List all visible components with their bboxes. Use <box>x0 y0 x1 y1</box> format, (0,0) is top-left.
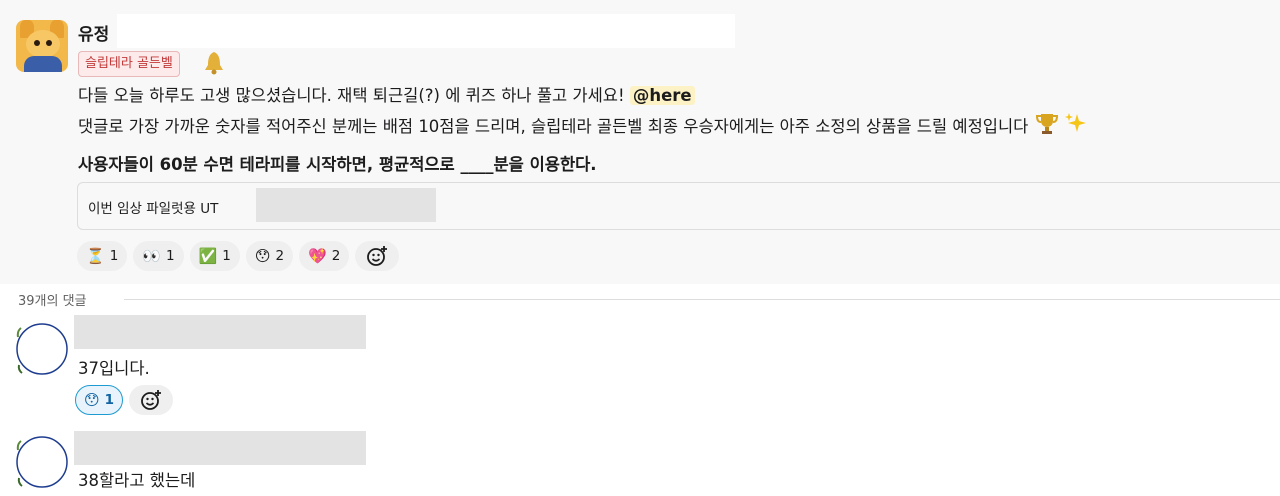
author-name[interactable]: 유정 <box>78 20 109 45</box>
reaction-eyes[interactable]: 👀 1 <box>133 241 184 271</box>
reply-text: 37입니다. <box>78 359 150 378</box>
message-line-1: 다들 오늘 하루도 고생 많으셨습니다. 재택 퇴근길(?) 에 퀴즈 하나 풀… <box>78 82 695 106</box>
redacted-block <box>256 188 436 222</box>
reaction-count: 2 <box>275 248 285 264</box>
quiz-question: 사용자들이 60분 수면 테라피를 시작하면, 평균적으로 ____분을 이용한… <box>78 155 597 174</box>
add-reaction-button[interactable] <box>129 385 174 415</box>
redacted-author-name <box>74 315 366 349</box>
add-reaction-icon <box>141 390 162 410</box>
add-reaction-button[interactable] <box>355 241 400 271</box>
reaction-check[interactable]: ✅ 1 <box>189 241 240 271</box>
divider-line <box>124 299 1280 300</box>
redacted-header-area <box>117 14 735 48</box>
message-line-2: 댓글로 가장 가까운 숫자를 적어주신 분께는 배점 10점을 드리며, 슬립테… <box>78 112 1087 137</box>
reaction-bar: ⏳ 1 👀 1 ✅ 1 😯 2 💖 2 <box>77 241 400 271</box>
reaction-bar: 😯 1 <box>75 385 174 415</box>
eyes-icon: 👀 <box>142 246 161 265</box>
reaction-hushed[interactable]: 😯 2 <box>245 241 294 271</box>
sparkles-icon <box>1064 113 1086 132</box>
reply-count: 39개의 댓글 <box>18 290 95 309</box>
message-text-1: 다들 오늘 하루도 고생 많으셨습니다. 재택 퇴근길(?) 에 퀴즈 하나 풀… <box>78 86 625 105</box>
here-mention[interactable]: @here <box>629 86 695 105</box>
reaction-hushed[interactable]: 😯 1 <box>75 385 124 415</box>
hushed-face-icon: 😯 <box>254 246 271 265</box>
reaction-heart[interactable]: 💖 2 <box>299 241 350 271</box>
redacted-author-name <box>74 431 366 465</box>
reaction-count: 1 <box>104 392 115 408</box>
trophy-icon <box>1035 114 1058 134</box>
reaction-count: 1 <box>222 248 231 264</box>
avatar[interactable] <box>16 323 68 375</box>
hushed-face-icon: 😯 <box>84 390 100 409</box>
status-badge: 슬립테라 골든벨 <box>78 51 180 77</box>
reaction-count: 1 <box>165 248 175 264</box>
bell-icon <box>205 52 223 75</box>
reaction-hourglass[interactable]: ⏳ 1 <box>77 241 128 271</box>
reply-text: 38할라고 했는데 <box>78 471 196 490</box>
parent-message: 유정 슬립테라 골든벨 다들 오늘 하루도 고생 많으셨습니다. 재택 퇴근길(… <box>0 0 1280 284</box>
thread-divider: 39개의 댓글 <box>0 290 1280 310</box>
hourglass-icon: ⏳ <box>86 246 105 265</box>
reaction-count: 2 <box>331 248 341 264</box>
check-mark-icon: ✅ <box>198 246 218 265</box>
sparkling-heart-icon: 💖 <box>308 246 327 265</box>
quote-text: 이번 임상 파일럿용 UT <box>88 201 219 217</box>
reaction-count: 1 <box>109 248 119 264</box>
add-reaction-icon <box>367 246 388 266</box>
bear-avatar-icon[interactable] <box>16 20 68 72</box>
message-text-2: 댓글로 가장 가까운 숫자를 적어주신 분께는 배점 10점을 드리며, 슬립테… <box>78 117 1029 136</box>
avatar[interactable] <box>16 436 68 488</box>
quote-block: 이번 임상 파일럿용 UT <box>77 182 1280 230</box>
